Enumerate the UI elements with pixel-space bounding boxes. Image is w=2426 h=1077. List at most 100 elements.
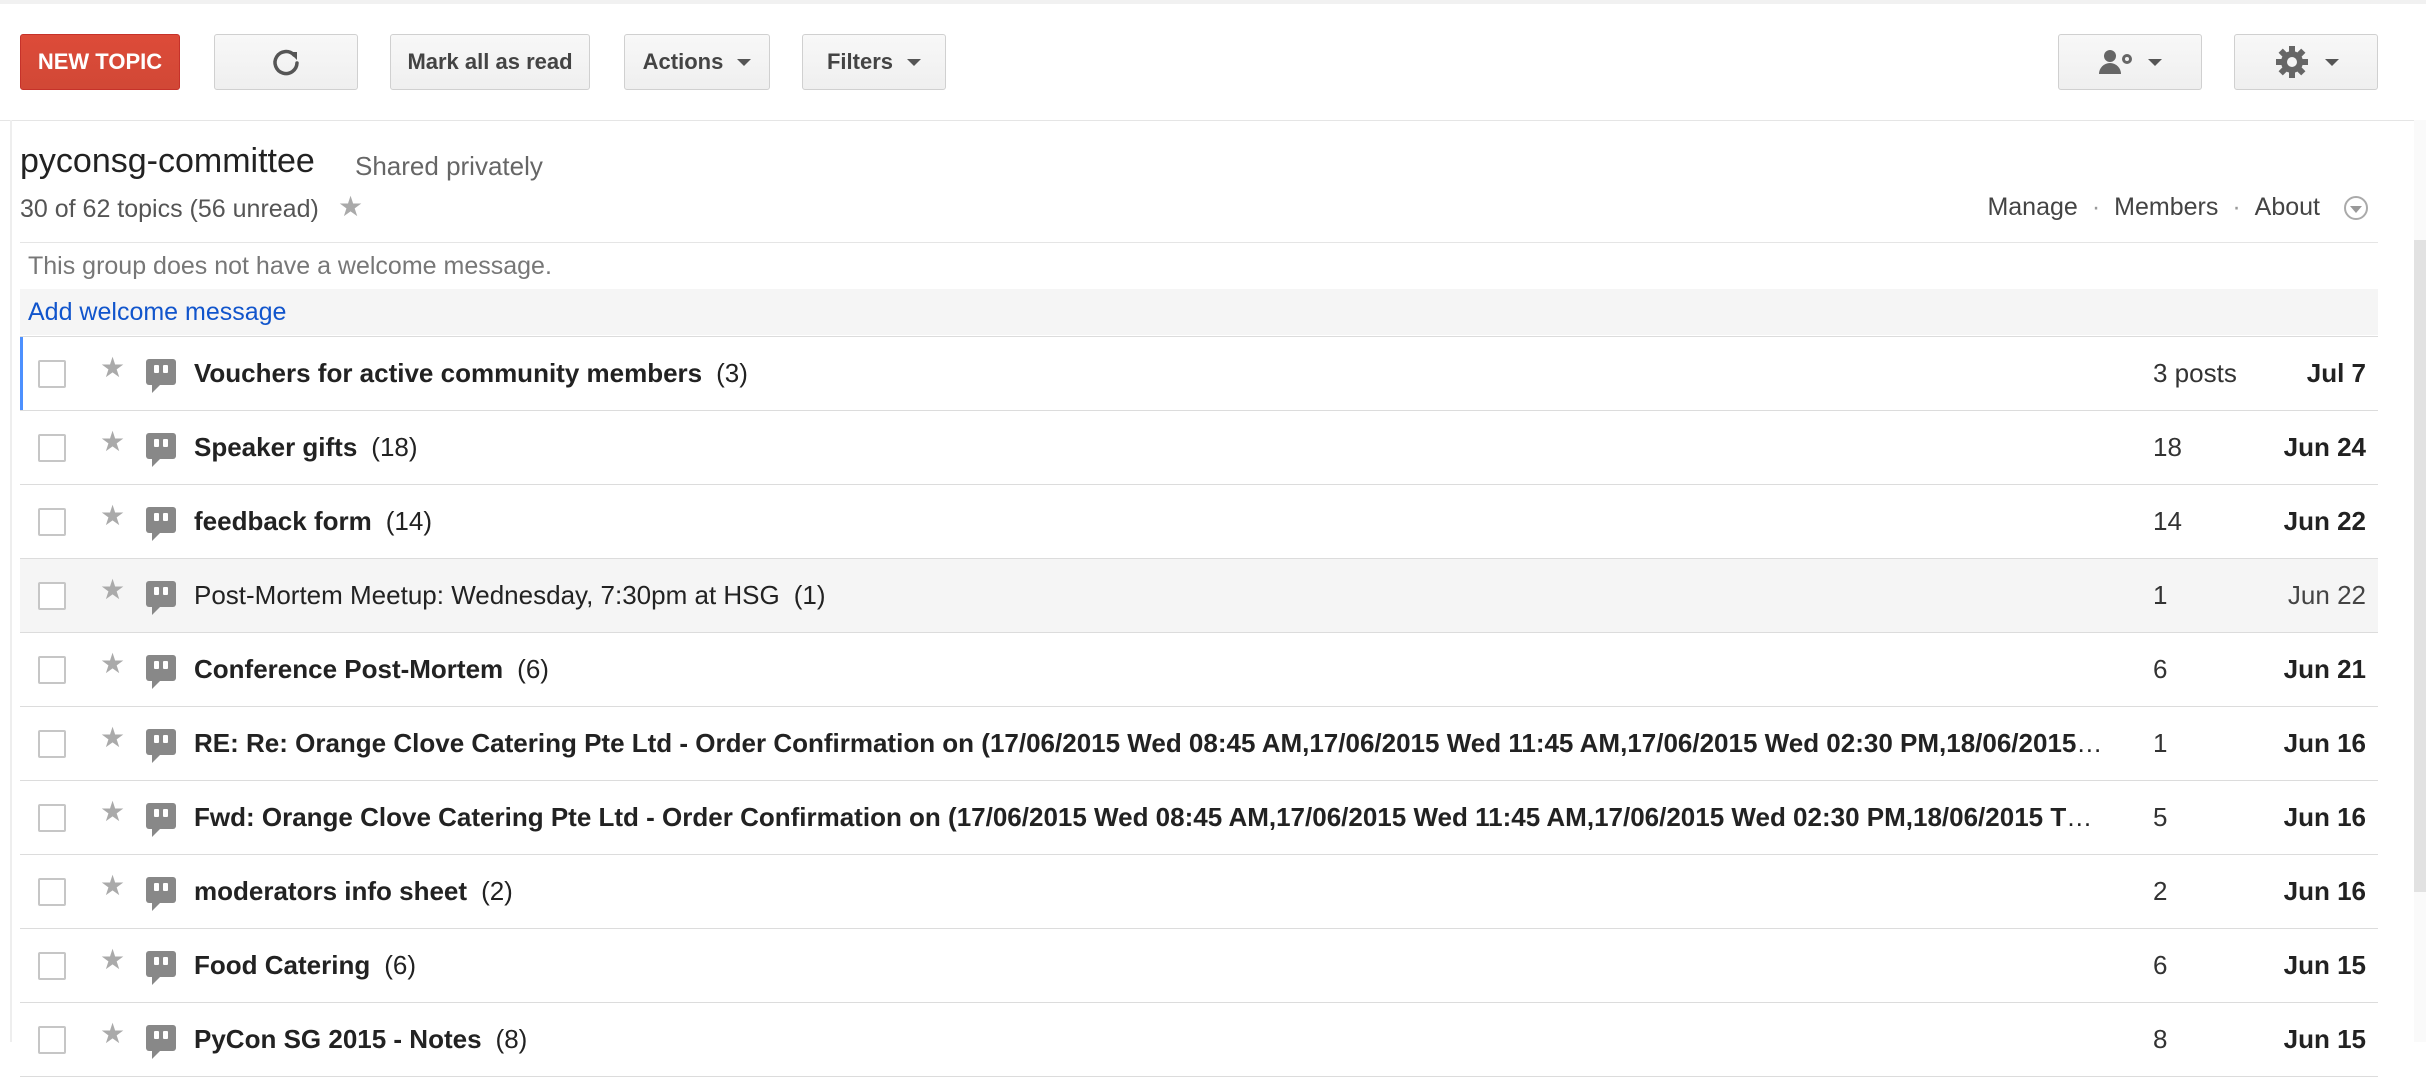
topic-list: ★ Vouchers for active community members(… bbox=[20, 336, 2378, 1077]
filters-label: Filters bbox=[826, 49, 894, 74]
topic-date: Jun 16 bbox=[2283, 876, 2366, 906]
conversation-icon bbox=[146, 433, 176, 467]
topic-title[interactable]: Food Catering (6) bbox=[194, 950, 2108, 981]
topic-title[interactable]: RE: Re: Orange Clove Catering Pte Ltd - … bbox=[194, 728, 2108, 759]
star-icon[interactable]: ★ bbox=[100, 425, 125, 458]
refresh-button[interactable] bbox=[214, 34, 358, 90]
topic-checkbox[interactable] bbox=[38, 729, 66, 758]
star-icon[interactable]: ★ bbox=[100, 943, 125, 976]
left-divider bbox=[10, 120, 12, 1042]
star-icon[interactable]: ★ bbox=[100, 351, 125, 384]
post-count: 1 bbox=[2153, 580, 2168, 610]
topic-title[interactable]: feedback form (14) bbox=[194, 506, 2108, 537]
post-count: 6 bbox=[2153, 950, 2168, 980]
topic-date: Jun 24 bbox=[2283, 432, 2366, 462]
topic-date: Jun 16 bbox=[2283, 728, 2366, 758]
conversation-icon bbox=[146, 655, 176, 689]
post-count: 5 bbox=[2153, 802, 2168, 832]
conversation-icon bbox=[146, 803, 176, 837]
separator-dot: · bbox=[2232, 193, 2241, 221]
topic-checkbox[interactable] bbox=[38, 951, 66, 980]
topic-row[interactable]: ★ feedback form (14) 14 Jun 22 bbox=[20, 485, 2378, 559]
star-icon[interactable]: ★ bbox=[100, 795, 125, 828]
member-settings-button[interactable] bbox=[2058, 34, 2202, 90]
conversation-icon bbox=[146, 1025, 176, 1059]
mark-all-read-button[interactable]: Mark all as read bbox=[390, 34, 590, 90]
favorite-group-star-icon[interactable]: ★ bbox=[338, 190, 363, 223]
post-count: 18 bbox=[2153, 432, 2182, 462]
welcome-section: This group does not have a welcome messa… bbox=[20, 242, 2378, 335]
topic-date: Jun 16 bbox=[2283, 802, 2366, 832]
topic-checkbox[interactable] bbox=[38, 877, 66, 906]
post-count: 2 bbox=[2153, 876, 2168, 906]
topic-checkbox[interactable] bbox=[38, 507, 66, 536]
actions-label: Actions bbox=[642, 49, 724, 74]
topic-row[interactable]: ★ Vouchers for active community members(… bbox=[20, 337, 2378, 411]
post-count: 6 bbox=[2153, 654, 2168, 684]
settings-button[interactable] bbox=[2234, 34, 2378, 90]
star-icon[interactable]: ★ bbox=[100, 869, 125, 902]
scrollbar-thumb[interactable] bbox=[2414, 240, 2426, 892]
conversation-icon bbox=[146, 729, 176, 763]
manage-link[interactable]: Manage bbox=[1987, 193, 2077, 222]
conversation-icon bbox=[146, 877, 176, 911]
conversation-icon bbox=[146, 951, 176, 985]
topic-row[interactable]: ★ moderators info sheet (2) 2 Jun 16 bbox=[20, 855, 2378, 929]
chevron-down-icon bbox=[737, 58, 752, 66]
topic-row[interactable]: ★ Food Catering (6) 6 Jun 15 bbox=[20, 929, 2378, 1003]
filters-dropdown[interactable]: Filters bbox=[802, 34, 946, 90]
topic-date: Jul 7 bbox=[2306, 358, 2366, 388]
members-link[interactable]: Members bbox=[2114, 193, 2218, 222]
new-topic-label: NEW TOPIC bbox=[37, 49, 163, 74]
group-name: pyconsg-committee bbox=[20, 142, 315, 180]
chevron-down-icon bbox=[2325, 58, 2339, 66]
topic-title[interactable]: Fwd: Orange Clove Catering Pte Ltd - Ord… bbox=[194, 802, 2108, 833]
post-count: 1 bbox=[2153, 728, 2168, 758]
star-icon[interactable]: ★ bbox=[100, 499, 125, 532]
topic-checkbox[interactable] bbox=[38, 581, 66, 610]
chevron-down-icon bbox=[907, 58, 922, 66]
topic-title[interactable]: moderators info sheet (2) bbox=[194, 876, 2108, 907]
topic-checkbox[interactable] bbox=[38, 655, 66, 684]
topic-checkbox[interactable] bbox=[38, 359, 66, 388]
topic-row[interactable]: ★ Conference Post-Mortem (6) 6 Jun 21 bbox=[20, 633, 2378, 707]
add-welcome-message-link[interactable]: Add welcome message bbox=[20, 289, 2378, 335]
post-count: 3 posts bbox=[2153, 358, 2237, 388]
add-welcome-message-label[interactable]: Add welcome message bbox=[28, 298, 286, 327]
conversation-icon bbox=[146, 507, 176, 541]
expand-header-icon[interactable] bbox=[2344, 195, 2368, 220]
topic-title[interactable]: Speaker gifts (18) bbox=[194, 432, 2108, 463]
topic-date: Jun 21 bbox=[2283, 654, 2366, 684]
refresh-icon bbox=[273, 49, 299, 76]
chevron-down-icon bbox=[2148, 58, 2162, 66]
new-topic-button[interactable]: NEW TOPIC bbox=[20, 34, 180, 90]
topic-checkbox[interactable] bbox=[38, 803, 66, 832]
topic-title[interactable]: Vouchers for active community members (3) bbox=[194, 358, 2108, 389]
actions-dropdown[interactable]: Actions bbox=[624, 34, 770, 90]
topic-title[interactable]: Post-Mortem Meetup: Wednesday, 7:30pm at… bbox=[194, 580, 2108, 611]
topic-checkbox[interactable] bbox=[38, 1025, 66, 1054]
topic-date: Jun 22 bbox=[2287, 580, 2366, 610]
star-icon[interactable]: ★ bbox=[100, 1017, 125, 1050]
topic-row[interactable]: ★ PyCon SG 2015 - Notes (8) 8 Jun 15 bbox=[20, 1003, 2378, 1077]
topic-row[interactable]: ★ RE: Re: Orange Clove Catering Pte Ltd … bbox=[20, 707, 2378, 781]
topic-checkbox[interactable] bbox=[38, 433, 66, 462]
separator-dot: · bbox=[2091, 193, 2101, 221]
post-count: 8 bbox=[2153, 1024, 2168, 1054]
topic-title[interactable]: PyCon SG 2015 - Notes (8) bbox=[194, 1024, 2108, 1055]
star-icon[interactable]: ★ bbox=[100, 647, 125, 680]
topic-row[interactable]: ★ Post-Mortem Meetup: Wednesday, 7:30pm … bbox=[20, 559, 2378, 633]
about-link[interactable]: About bbox=[2255, 193, 2320, 222]
conversation-icon bbox=[146, 581, 176, 615]
mark-all-read-label: Mark all as read bbox=[407, 49, 573, 74]
person-settings-icon bbox=[2098, 48, 2134, 76]
group-header-links: Manage · Members · About bbox=[1987, 193, 2368, 222]
topic-title[interactable]: Conference Post-Mortem (6) bbox=[194, 654, 2108, 685]
topic-row[interactable]: ★ Speaker gifts (18) 18 Jun 24 bbox=[20, 411, 2378, 485]
topic-row[interactable]: ★ Fwd: Orange Clove Catering Pte Ltd - O… bbox=[20, 781, 2378, 855]
star-icon[interactable]: ★ bbox=[100, 573, 125, 606]
star-icon[interactable]: ★ bbox=[100, 721, 125, 754]
gear-icon bbox=[2276, 46, 2308, 78]
sharing-status: Shared privately bbox=[355, 151, 543, 181]
post-count: 14 bbox=[2153, 506, 2182, 536]
